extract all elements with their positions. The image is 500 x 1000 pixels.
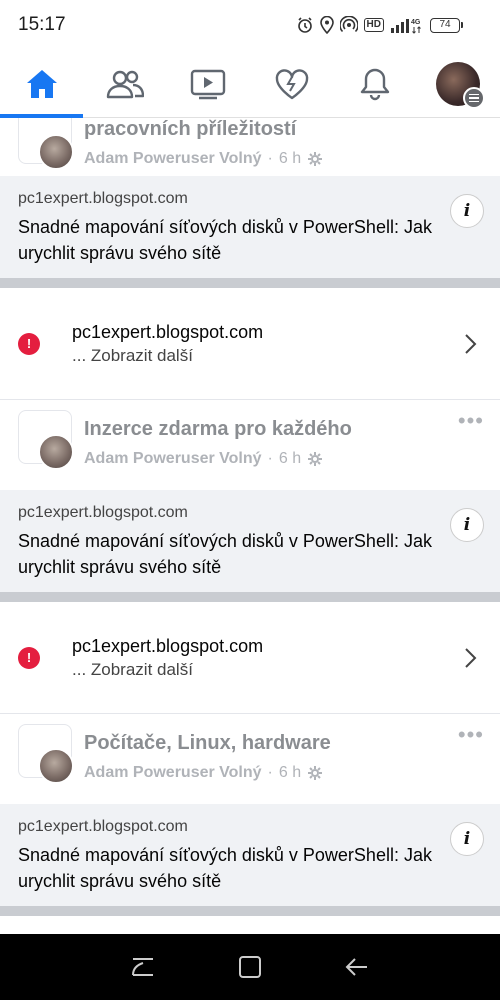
- post-header: Počítače, Linux, hardware Adam Poweruser…: [0, 714, 500, 788]
- meta-separator: ·: [267, 764, 273, 781]
- tab-friends[interactable]: [83, 50, 166, 118]
- menu-icon: [463, 87, 486, 109]
- tab-watch[interactable]: [167, 50, 250, 118]
- link-title: Snadné mapování síťových disků v PowerSh…: [18, 845, 432, 891]
- settings-icon: [308, 766, 323, 780]
- post-separator: [0, 278, 500, 288]
- post-time[interactable]: 6 h: [279, 450, 301, 468]
- signal-icon: 4G: [391, 19, 421, 34]
- group-name[interactable]: Počítače, Linux, hardware: [84, 732, 331, 755]
- post-meta: Adam Poweruser Volný · 6 h: [84, 450, 323, 468]
- tab-menu[interactable]: [417, 50, 500, 118]
- group-name[interactable]: pracovních příležitostí: [84, 118, 296, 141]
- info-icon[interactable]: i: [450, 508, 484, 542]
- top-tab-bar: [0, 50, 500, 118]
- heart-icon: [275, 69, 308, 100]
- user-avatar[interactable]: [38, 434, 74, 470]
- author-name[interactable]: Adam Poweruser Volný: [84, 150, 262, 168]
- alert-icon: !: [18, 647, 40, 669]
- tab-home[interactable]: [0, 50, 84, 118]
- home-icon: [26, 70, 57, 98]
- user-avatar[interactable]: [38, 134, 74, 170]
- home-button[interactable]: [230, 947, 270, 987]
- link-domain: pc1expert.blogspot.com: [18, 190, 188, 207]
- tab-dating[interactable]: [250, 50, 333, 118]
- alarm-icon: [297, 17, 312, 33]
- network-type: 4G: [411, 19, 421, 26]
- back-button[interactable]: [337, 947, 377, 987]
- see-more-link[interactable]: ... Zobrazit další: [72, 660, 193, 680]
- post-separator: [0, 906, 500, 916]
- back-icon: [345, 958, 367, 976]
- link-domain: pc1expert.blogspot.com: [18, 504, 188, 521]
- bell-icon: [360, 68, 390, 101]
- info-icon[interactable]: i: [450, 822, 484, 856]
- info-icon[interactable]: i: [450, 194, 484, 228]
- battery-icon: 74: [430, 17, 463, 33]
- post-meta: Adam Poweruser Volný · 6 h: [84, 150, 323, 168]
- tab-notifications[interactable]: [333, 50, 416, 118]
- notice-domain: pc1expert.blogspot.com: [72, 322, 264, 342]
- hd-icon: HD: [363, 18, 384, 32]
- more-options-icon[interactable]: •••: [458, 724, 484, 746]
- recent-apps-icon: [132, 958, 154, 976]
- group-name[interactable]: Inzerce zdarma pro každého: [84, 418, 352, 441]
- chevron-right-icon: [465, 648, 477, 668]
- status-time: 15:17: [18, 14, 66, 35]
- post-time[interactable]: 6 h: [279, 764, 301, 782]
- link-notice-row[interactable]: ! pc1expert.blogspot.com ... Zobrazit da…: [0, 288, 500, 400]
- home-button-icon: [238, 956, 261, 978]
- settings-icon: [308, 452, 323, 466]
- post-meta: Adam Poweruser Volný · 6 h: [84, 764, 323, 782]
- settings-icon: [308, 152, 323, 166]
- see-more-link[interactable]: ... Zobrazit další: [72, 346, 193, 366]
- notice-domain: pc1expert.blogspot.com: [72, 636, 264, 656]
- link-title: Snadné mapování síťových disků v PowerSh…: [18, 531, 432, 577]
- friends-icon: [106, 70, 144, 99]
- link-title: Snadné mapování síťových disků v PowerSh…: [18, 217, 432, 263]
- video-icon: [191, 69, 226, 100]
- more-options-icon[interactable]: •••: [458, 410, 484, 432]
- post-header: pracovních příležitostí Adam Poweruser V…: [0, 118, 500, 174]
- link-preview[interactable]: pc1expert.blogspot.com Snadné mapování s…: [0, 176, 500, 278]
- news-feed[interactable]: pracovních příležitostí Adam Poweruser V…: [0, 118, 500, 934]
- post-separator: [0, 592, 500, 602]
- meta-separator: ·: [267, 150, 273, 167]
- location-icon: [319, 16, 334, 34]
- recent-apps-button[interactable]: [123, 947, 163, 987]
- system-nav-bar: [0, 934, 500, 1000]
- meta-separator: ·: [267, 450, 273, 467]
- post-time[interactable]: 6 h: [279, 150, 301, 168]
- status-icons: HD 4G 74: [296, 14, 463, 36]
- chevron-right-icon: [465, 334, 477, 354]
- hotspot-icon: [339, 16, 358, 33]
- link-domain: pc1expert.blogspot.com: [18, 818, 188, 835]
- post-header: Inzerce zdarma pro každého Adam Poweruse…: [0, 400, 500, 474]
- alert-icon: !: [18, 333, 40, 355]
- link-preview[interactable]: pc1expert.blogspot.com Snadné mapování s…: [0, 490, 500, 592]
- author-name[interactable]: Adam Poweruser Volný: [84, 764, 262, 782]
- status-bar: 15:17 HD 4G 74: [0, 0, 500, 50]
- link-notice-row[interactable]: ! pc1expert.blogspot.com ... Zobrazit da…: [0, 602, 500, 714]
- link-preview[interactable]: pc1expert.blogspot.com Snadné mapování s…: [0, 804, 500, 906]
- profile-avatar: [436, 62, 486, 109]
- user-avatar[interactable]: [38, 748, 74, 784]
- author-name[interactable]: Adam Poweruser Volný: [84, 450, 262, 468]
